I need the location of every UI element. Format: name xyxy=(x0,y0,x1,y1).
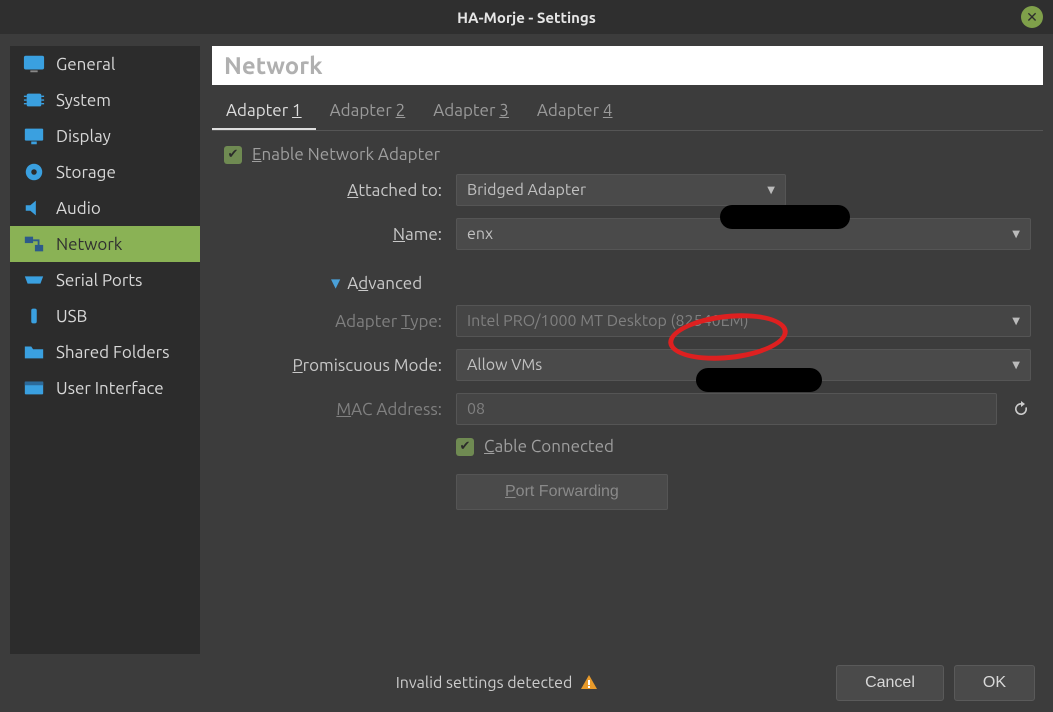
body: General System Display Storage Audio Net… xyxy=(0,34,1053,654)
adapter-tabs: Adapter 1 Adapter 2 Adapter 3 Adapter 4 xyxy=(212,93,1043,131)
sidebar-item-label: Audio xyxy=(56,199,101,218)
checkbox-icon[interactable]: ✔ xyxy=(456,438,474,456)
chevron-down-icon: ▼ xyxy=(1012,228,1020,240)
attached-to-select[interactable]: Bridged Adapter▼ xyxy=(456,174,786,206)
attached-to-label: Attached to: xyxy=(232,181,442,200)
advanced-toggle[interactable]: ▶ Advanced xyxy=(332,274,1031,293)
sidebar-item-label: Network xyxy=(56,235,122,254)
disk-icon xyxy=(22,162,46,182)
enable-adapter-row[interactable]: ✔ Enable Network Adapter xyxy=(224,145,1031,164)
port-forwarding-button: Port Forwarding xyxy=(456,474,668,510)
ui-icon xyxy=(22,378,46,398)
serial-icon xyxy=(22,270,46,290)
sidebar-item-serial[interactable]: Serial Ports xyxy=(10,262,200,298)
warning-icon xyxy=(580,674,598,692)
folder-icon xyxy=(22,342,46,362)
sidebar-item-label: System xyxy=(56,91,111,110)
footer: Invalid settings detected Cancel OK xyxy=(0,654,1053,712)
titlebar: HA-Morje - Settings ✕ xyxy=(0,0,1053,34)
chip-icon xyxy=(22,90,46,110)
sidebar-item-general[interactable]: General xyxy=(10,46,200,82)
ok-button[interactable]: OK xyxy=(954,665,1035,701)
form-grid: Attached to: Bridged Adapter▼ Name: enx▼… xyxy=(232,174,1031,510)
status-text: Invalid settings detected xyxy=(168,674,826,692)
monitor-icon xyxy=(22,54,46,74)
adapter-type-select: Intel PRO/1000 MT Desktop (82540EM)▼ xyxy=(456,305,1031,337)
promiscuous-label: Promiscuous Mode: xyxy=(232,356,442,375)
redaction xyxy=(720,205,850,229)
settings-window: HA-Morje - Settings ✕ General System Dis… xyxy=(0,0,1053,712)
cancel-button[interactable]: Cancel xyxy=(836,665,944,701)
window-title: HA-Morje - Settings xyxy=(457,9,596,26)
sidebar-item-label: Display xyxy=(56,127,111,146)
main-panel: Network Adapter 1 Adapter 2 Adapter 3 Ad… xyxy=(212,46,1043,654)
tab-adapter-4[interactable]: Adapter 4 xyxy=(523,93,627,130)
sidebar-item-storage[interactable]: Storage xyxy=(10,154,200,190)
close-icon[interactable]: ✕ xyxy=(1021,6,1043,28)
sidebar-item-label: USB xyxy=(56,307,87,326)
adapter-pane: ✔ Enable Network Adapter Attached to: Br… xyxy=(212,131,1043,524)
speaker-icon xyxy=(22,198,46,218)
sidebar-item-label: Shared Folders xyxy=(56,343,169,362)
mac-input[interactable]: 08 xyxy=(456,393,997,425)
name-label: Name: xyxy=(232,225,442,244)
display-icon xyxy=(22,126,46,146)
sidebar-item-label: User Interface xyxy=(56,379,164,398)
sidebar-item-label: Storage xyxy=(56,163,116,182)
chevron-down-icon: ▼ xyxy=(1012,359,1020,371)
triangle-down-icon: ▶ xyxy=(330,279,344,288)
sidebar-item-ui[interactable]: User Interface xyxy=(10,370,200,406)
network-icon xyxy=(22,234,46,254)
sidebar-item-usb[interactable]: USB xyxy=(10,298,200,334)
sidebar-item-shared[interactable]: Shared Folders xyxy=(10,334,200,370)
refresh-mac-icon[interactable] xyxy=(1011,399,1031,419)
sidebar-item-network[interactable]: Network xyxy=(10,226,200,262)
enable-adapter-label: Enable Network Adapter xyxy=(252,145,440,164)
tab-adapter-1[interactable]: Adapter 1 xyxy=(212,93,316,130)
sidebar-item-system[interactable]: System xyxy=(10,82,200,118)
checkbox-icon[interactable]: ✔ xyxy=(224,146,242,164)
section-header: Network xyxy=(212,46,1043,85)
usb-icon xyxy=(22,306,46,326)
adapter-type-label: Adapter Type: xyxy=(232,312,442,331)
mac-label: MAC Address: xyxy=(232,400,442,419)
sidebar: General System Display Storage Audio Net… xyxy=(10,46,200,654)
cable-connected-row[interactable]: ✔ Cable Connected xyxy=(456,437,997,456)
tab-adapter-3[interactable]: Adapter 3 xyxy=(419,93,523,130)
chevron-down-icon: ▼ xyxy=(767,184,775,196)
chevron-down-icon: ▼ xyxy=(1012,315,1020,327)
sidebar-item-label: Serial Ports xyxy=(56,271,142,290)
tab-adapter-2[interactable]: Adapter 2 xyxy=(316,93,420,130)
sidebar-item-label: General xyxy=(56,55,115,74)
sidebar-item-display[interactable]: Display xyxy=(10,118,200,154)
redaction xyxy=(696,368,822,392)
sidebar-item-audio[interactable]: Audio xyxy=(10,190,200,226)
